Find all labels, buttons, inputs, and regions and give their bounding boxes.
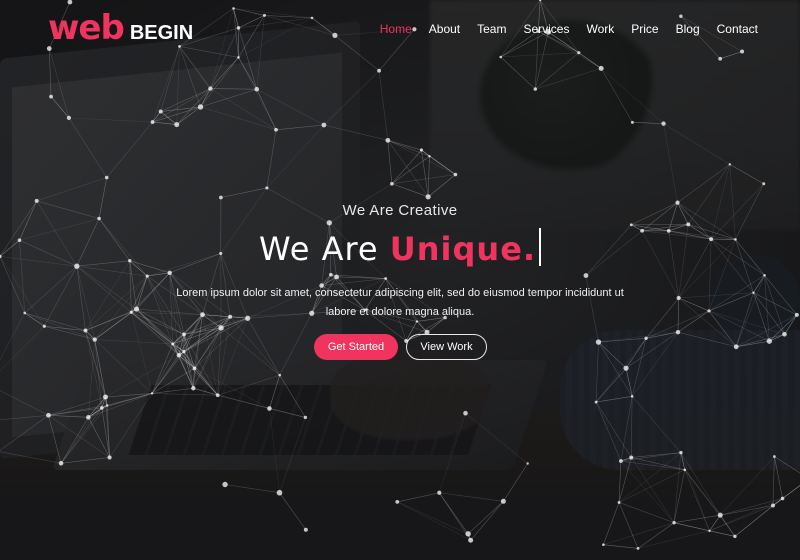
nav-item-team[interactable]: Team — [477, 22, 506, 36]
network-lines — [0, 0, 800, 549]
nav-item-price[interactable]: Price — [631, 22, 658, 36]
nav-item-blog[interactable]: Blog — [676, 22, 700, 36]
nav-item-home[interactable]: Home — [380, 22, 412, 36]
main-nav: Home About Team Services Work Price Blog… — [380, 22, 758, 36]
nav-item-work[interactable]: Work — [586, 22, 614, 36]
typing-cursor — [539, 228, 542, 266]
hero-headline-prefix: We Are — [258, 230, 390, 268]
network-nodes — [0, 0, 799, 550]
view-work-button[interactable]: View Work — [406, 334, 487, 360]
hero-headline: We Are Unique. — [0, 228, 800, 268]
hero-description: Lorem ipsum dolor sit amet, consectetur … — [176, 287, 624, 318]
get-started-button[interactable]: Get Started — [314, 334, 398, 360]
nav-item-contact[interactable]: Contact — [717, 22, 758, 36]
logo-web-text: web — [48, 8, 125, 48]
hero-headline-accent: Unique. — [389, 230, 537, 268]
hero-section: web BEGIN Home About Team Services Work … — [0, 0, 800, 560]
hero-eyebrow: We Are Creative — [342, 202, 458, 219]
particle-network — [0, 0, 800, 550]
nav-item-services[interactable]: Services — [523, 22, 569, 36]
logo[interactable]: web BEGIN — [48, 8, 193, 48]
nav-item-about[interactable]: About — [429, 22, 460, 36]
logo-begin-text: BEGIN — [129, 22, 194, 44]
